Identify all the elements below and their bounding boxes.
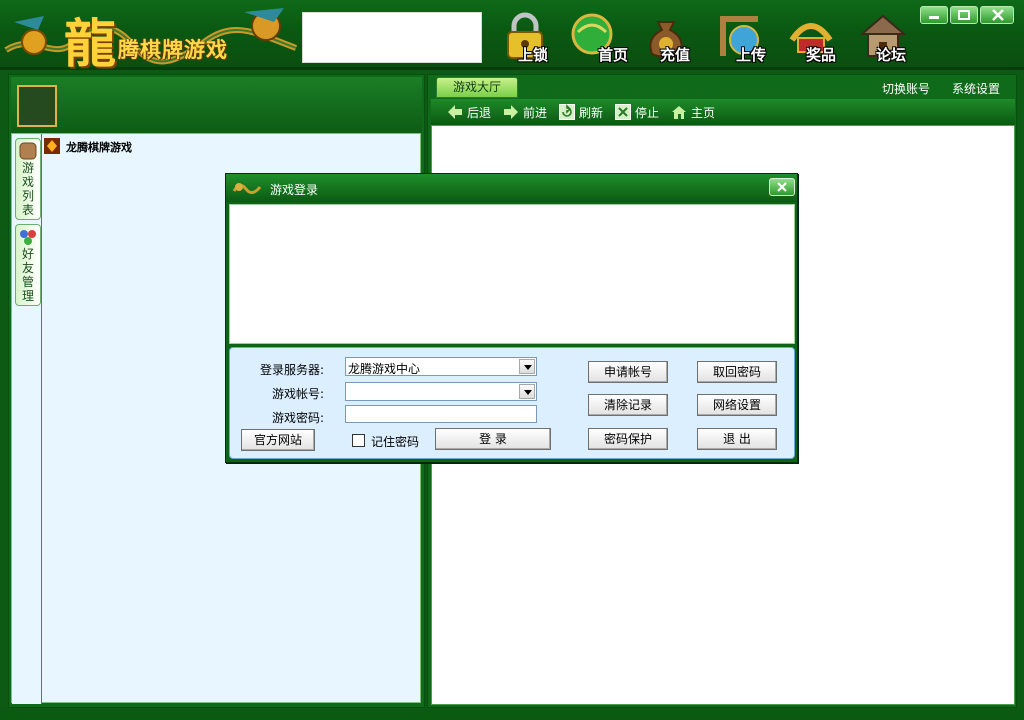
account-label: 游戏帐号: [271, 387, 324, 401]
login-button[interactable]: 登 录 [435, 428, 551, 450]
dialog-banner [229, 204, 795, 344]
dialog-close-button[interactable] [769, 178, 795, 196]
title-bar: 龍 腾棋牌游戏 上锁 首页 充值 上传 奖品 论坛 [0, 0, 1024, 75]
forward-arrow-icon [504, 105, 518, 119]
apply-account-button[interactable]: 申请帐号 [588, 361, 668, 383]
dialog-title: 游戏登录 [270, 183, 319, 197]
close-icon [777, 182, 787, 192]
server-select[interactable]: 龙腾游戏中心 [345, 357, 537, 376]
dialog-title-bar[interactable]: 游戏登录 [226, 174, 797, 202]
switch-account-link[interactable]: 切换账号 [882, 80, 930, 97]
network-settings-button[interactable]: 网络设置 [697, 394, 777, 416]
avatar[interactable] [17, 85, 57, 127]
friends-icon [20, 230, 36, 245]
chevron-down-icon[interactable] [519, 359, 535, 374]
game-root-icon [44, 138, 60, 154]
logo-text: 腾棋牌游戏 [118, 38, 228, 62]
ad-banner[interactable] [302, 12, 482, 63]
home-page-button[interactable]: 首页 [566, 10, 634, 66]
logo-dragon-character: 龍 [64, 14, 117, 75]
browser-nav-bar: 后退 前进 刷新 停止 主页 [431, 99, 1015, 125]
system-settings-link[interactable]: 系统设置 [952, 80, 1000, 97]
password-label: 游戏密码: [271, 411, 324, 425]
checkbox-icon[interactable] [352, 434, 365, 447]
prize-button[interactable]: 奖品 [784, 10, 852, 66]
upload-button[interactable]: 上传 [712, 10, 780, 66]
chevron-down-icon[interactable] [519, 384, 535, 399]
server-label: 登录服务器: [259, 363, 324, 377]
login-dialog: 游戏登录 登录服务器: 龙腾游戏中心 游戏帐号: 游戏密码: 官方网站 记住密码… [225, 173, 798, 463]
minimize-icon [929, 16, 939, 19]
maximize-icon [958, 10, 970, 20]
status-bar [0, 710, 1024, 720]
close-button[interactable] [980, 6, 1014, 24]
stop-icon [615, 104, 631, 120]
official-site-button[interactable]: 官方网站 [241, 429, 315, 451]
password-field[interactable] [345, 405, 537, 423]
back-arrow-icon [448, 105, 462, 119]
login-form: 登录服务器: 龙腾游戏中心 游戏帐号: 游戏密码: 官方网站 记住密码 登 录 … [229, 347, 795, 459]
user-info-header [11, 77, 422, 133]
tab-game-hall[interactable]: 游戏大厅 [436, 77, 518, 98]
clear-records-button[interactable]: 清除记录 [588, 394, 668, 416]
forum-button[interactable]: 论坛 [856, 10, 924, 66]
retrieve-password-button[interactable]: 取回密码 [697, 361, 777, 383]
exit-button[interactable]: 退 出 [697, 428, 777, 450]
minimize-button[interactable] [920, 6, 948, 24]
home-icon [672, 106, 686, 119]
recharge-button[interactable]: 充值 [640, 10, 708, 66]
side-tabs: 游戏列表 好友管理 [12, 134, 42, 704]
app-logo: 龍 腾棋牌游戏 [4, 2, 300, 75]
close-icon [992, 9, 1004, 21]
password-protect-button[interactable]: 密码保护 [588, 428, 668, 450]
game-list-icon [19, 142, 37, 160]
tab-game-list[interactable]: 游戏列表 [15, 138, 41, 220]
lock-button[interactable]: 上锁 [498, 10, 566, 66]
account-select[interactable] [345, 382, 537, 401]
tab-friends[interactable]: 好友管理 [15, 224, 41, 306]
refresh-icon [559, 104, 575, 120]
dragon-icon [232, 183, 262, 194]
maximize-button[interactable] [950, 6, 978, 24]
